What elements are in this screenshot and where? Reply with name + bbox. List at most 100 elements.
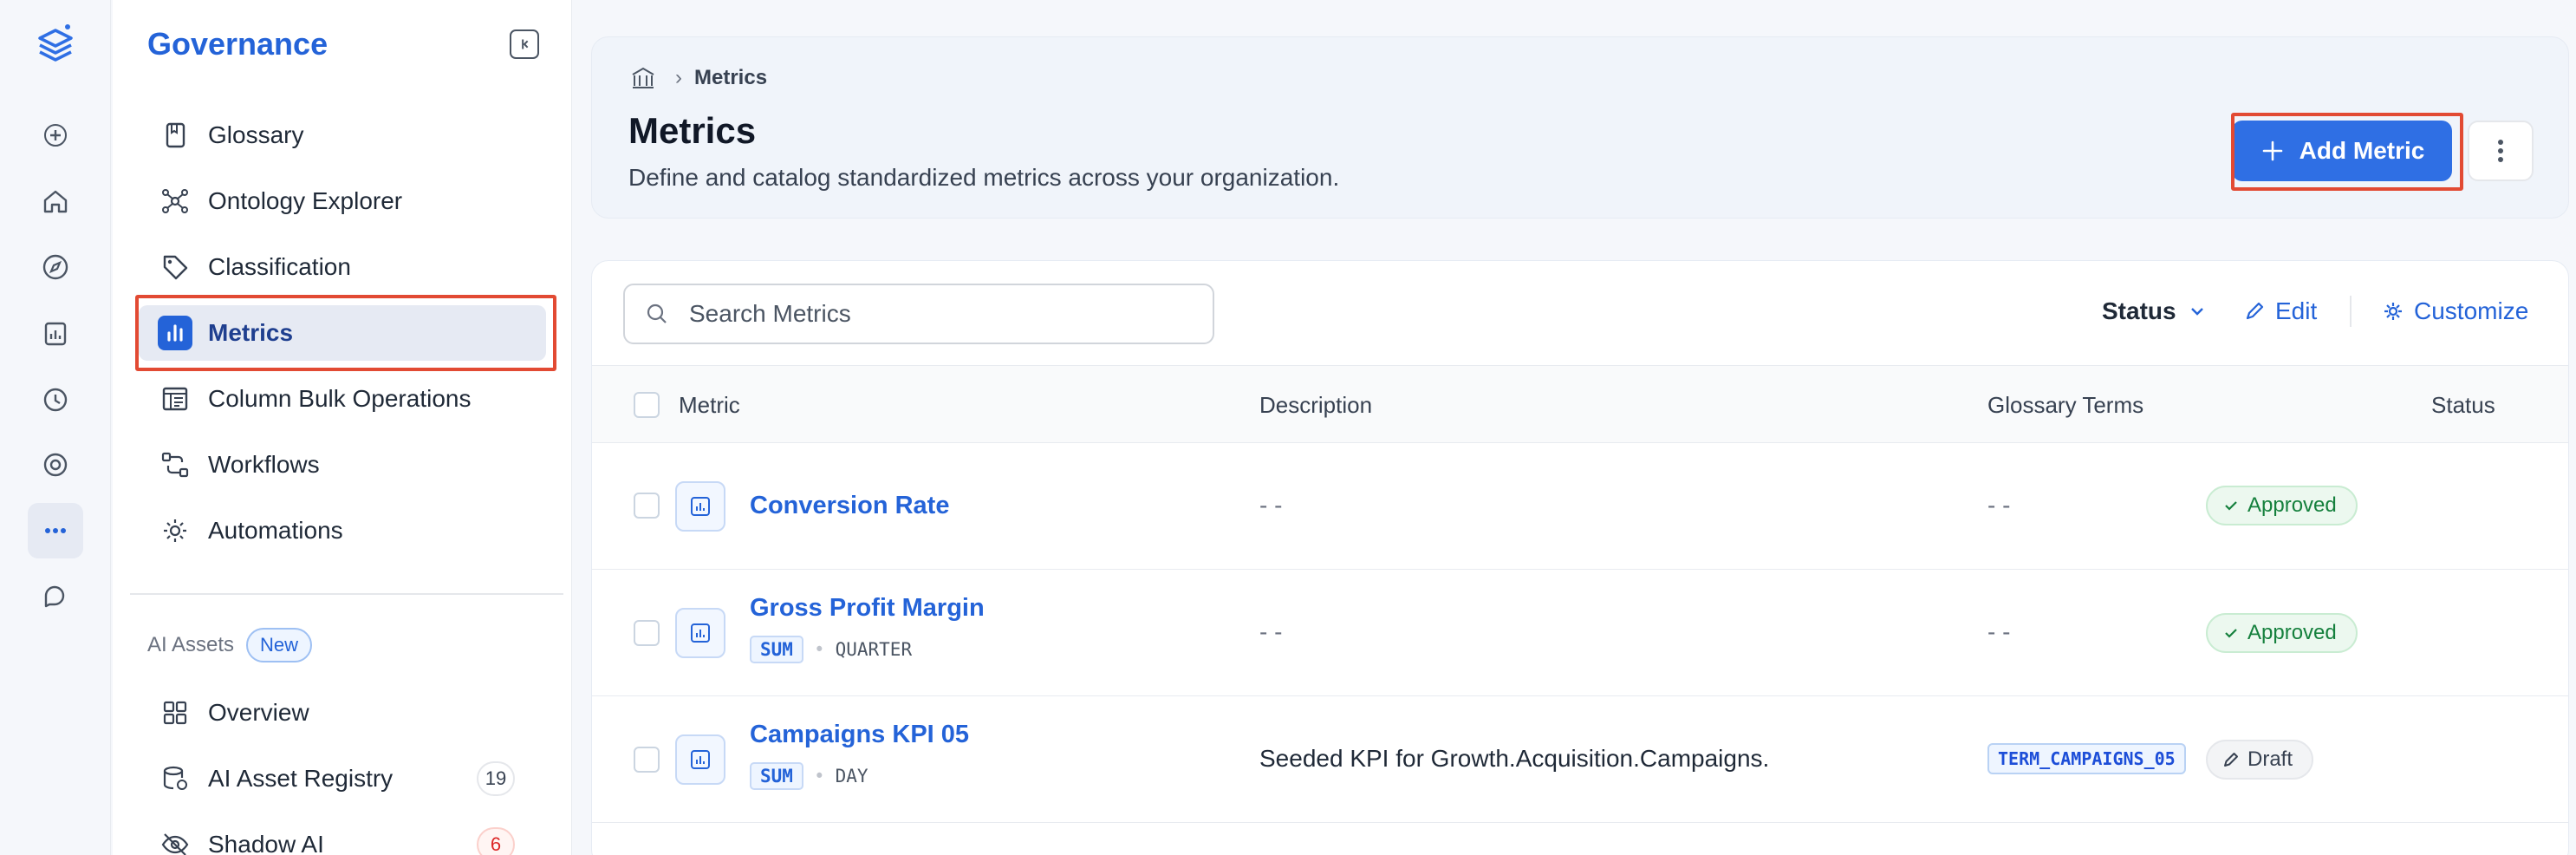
metric-meta: SUM • DAY <box>750 762 868 790</box>
status-badge: Draft <box>2206 740 2314 780</box>
sidebar-item-automations[interactable]: Automations <box>139 503 546 558</box>
granularity-label: DAY <box>835 766 868 786</box>
metric-description: Seeded KPI for Growth.Acquisition.Campai… <box>1259 745 1770 772</box>
granularity-label: QUARTER <box>835 639 913 660</box>
metric-chart-icon <box>675 608 725 658</box>
aggregation-tag: SUM <box>750 762 803 790</box>
metric-chart-icon <box>675 481 725 532</box>
page-header: › Metrics Metrics Define and catalog sta… <box>591 36 2569 219</box>
sidebar-item-metrics[interactable]: Metrics <box>139 305 546 361</box>
metric-name-link[interactable]: Conversion Rate <box>750 492 949 520</box>
breadcrumb-current: Metrics <box>694 66 768 89</box>
metric-name-link[interactable]: Campaigns KPI 05 <box>750 721 969 749</box>
status-badge: Approved <box>2206 613 2358 653</box>
sidebar-item-ontology-explorer[interactable]: Ontology Explorer <box>139 173 546 229</box>
sidebar-item-classification[interactable]: Classification <box>139 239 546 295</box>
governance-sidebar: Governance Glossary Ontology Explorer Cl… <box>113 0 572 855</box>
status-filter-label: Status <box>2102 297 2176 324</box>
plus-icon <box>2262 140 2282 161</box>
workflow-icon <box>158 447 192 482</box>
edit-label: Edit <box>2275 297 2318 324</box>
sidebar-item-ai-asset-registry[interactable]: AI Asset Registry 19 <box>139 751 546 806</box>
column-header-status[interactable]: Status <box>2431 392 2495 419</box>
sidebar-item-label: Workflows <box>208 451 320 478</box>
icon-rail <box>0 0 111 855</box>
sidebar-title: Governance <box>147 26 329 62</box>
bar-chart-icon <box>158 316 192 350</box>
history-icon[interactable] <box>28 371 83 427</box>
tag-icon <box>158 250 192 284</box>
table-row[interactable]: Conversion Rate - - - - Approved <box>592 443 2568 570</box>
more-apps-icon[interactable] <box>28 503 83 558</box>
ai-assets-label: AI Assets <box>147 633 235 656</box>
explore-icon[interactable] <box>28 239 83 295</box>
column-header-metric[interactable]: Metric <box>679 392 740 419</box>
column-header-glossary-terms[interactable]: Glossary Terms <box>1987 392 2143 419</box>
glossary-term-tag[interactable]: TERM_CAMPAIGNS_05 <box>1987 743 2186 774</box>
search-input[interactable]: Search Metrics <box>623 284 1214 344</box>
check-icon <box>2225 501 2237 511</box>
metric-glossary: - - <box>1987 618 2011 645</box>
eye-off-icon <box>158 827 192 855</box>
sidebar-item-label: Classification <box>208 253 351 280</box>
sidebar-item-label: Ontology Explorer <box>208 187 403 214</box>
registry-count-badge: 19 <box>477 761 515 796</box>
book-icon <box>158 118 192 153</box>
edit-button[interactable]: Edit <box>2242 297 2317 325</box>
metric-chart-icon <box>675 734 725 785</box>
status-filter[interactable]: Status <box>2102 297 2209 325</box>
page-title: Metrics <box>628 110 757 151</box>
sidebar-item-overview[interactable]: Overview <box>139 685 546 741</box>
sidebar-item-workflows[interactable]: Workflows <box>139 437 546 493</box>
pencil-icon <box>2246 302 2264 320</box>
metric-description: - - <box>1259 618 1283 645</box>
status-label: Draft <box>2247 747 2293 771</box>
home-icon[interactable] <box>28 173 83 229</box>
sidebar-item-label: Column Bulk Operations <box>208 385 472 412</box>
sidebar-item-label: Shadow AI <box>208 831 324 855</box>
sidebar-item-label: Automations <box>208 517 343 544</box>
ai-assets-heading: AI Assets New <box>147 628 313 662</box>
collapse-sidebar-icon[interactable] <box>510 29 539 59</box>
meta-separator: • <box>813 766 825 786</box>
select-all-checkbox[interactable] <box>634 392 660 418</box>
more-options-button[interactable] <box>2468 121 2534 181</box>
row-checkbox[interactable] <box>634 620 660 646</box>
insights-icon[interactable] <box>28 305 83 361</box>
row-checkbox[interactable] <box>634 747 660 773</box>
search-icon <box>647 303 667 323</box>
sidebar-item-label: AI Asset Registry <box>208 765 394 792</box>
row-checkbox[interactable] <box>634 493 660 519</box>
sidebar-item-shadow-ai[interactable]: Shadow AI 6 <box>139 817 546 855</box>
aggregation-tag: SUM <box>750 636 803 663</box>
status-badge: Approved <box>2206 486 2358 525</box>
add-icon[interactable] <box>28 108 83 163</box>
app-logo-icon[interactable] <box>33 19 78 64</box>
sidebar-divider <box>130 593 563 595</box>
metric-glossary: - - <box>1987 492 2011 519</box>
metric-meta: SUM • QUARTER <box>750 636 912 663</box>
gear-sync-icon <box>158 513 192 548</box>
search-placeholder: Search Metrics <box>689 300 851 327</box>
home-building-icon[interactable] <box>628 63 658 93</box>
support-icon[interactable] <box>28 437 83 493</box>
sidebar-item-label: Metrics <box>208 319 294 346</box>
network-icon <box>158 184 192 219</box>
toolbar-divider <box>2350 296 2352 327</box>
meta-separator: • <box>813 639 825 660</box>
chat-icon[interactable] <box>28 569 83 624</box>
customize-button[interactable]: Customize <box>2381 297 2528 325</box>
status-label: Approved <box>2247 621 2337 644</box>
sidebar-item-column-bulk-operations[interactable]: Column Bulk Operations <box>139 371 546 427</box>
sidebar-item-glossary[interactable]: Glossary <box>139 108 546 163</box>
metric-name-link[interactable]: Gross Profit Margin <box>750 594 985 623</box>
shadow-ai-count-badge: 6 <box>477 827 515 855</box>
table-row[interactable]: Gross Profit Margin SUM • QUARTER - - - … <box>592 570 2568 696</box>
table-row[interactable]: Campaigns KPI 05 SUM • DAY Seeded KPI fo… <box>592 696 2568 823</box>
status-label: Approved <box>2247 493 2337 517</box>
column-header-description[interactable]: Description <box>1259 392 1372 419</box>
sidebar-item-label: Glossary <box>208 121 304 148</box>
add-metric-button[interactable]: Add Metric <box>2232 121 2452 181</box>
metrics-table-card: Search Metrics Status Edit Customize Met… <box>591 260 2569 855</box>
table-header: Metric Description Glossary Terms Status <box>592 365 2568 443</box>
